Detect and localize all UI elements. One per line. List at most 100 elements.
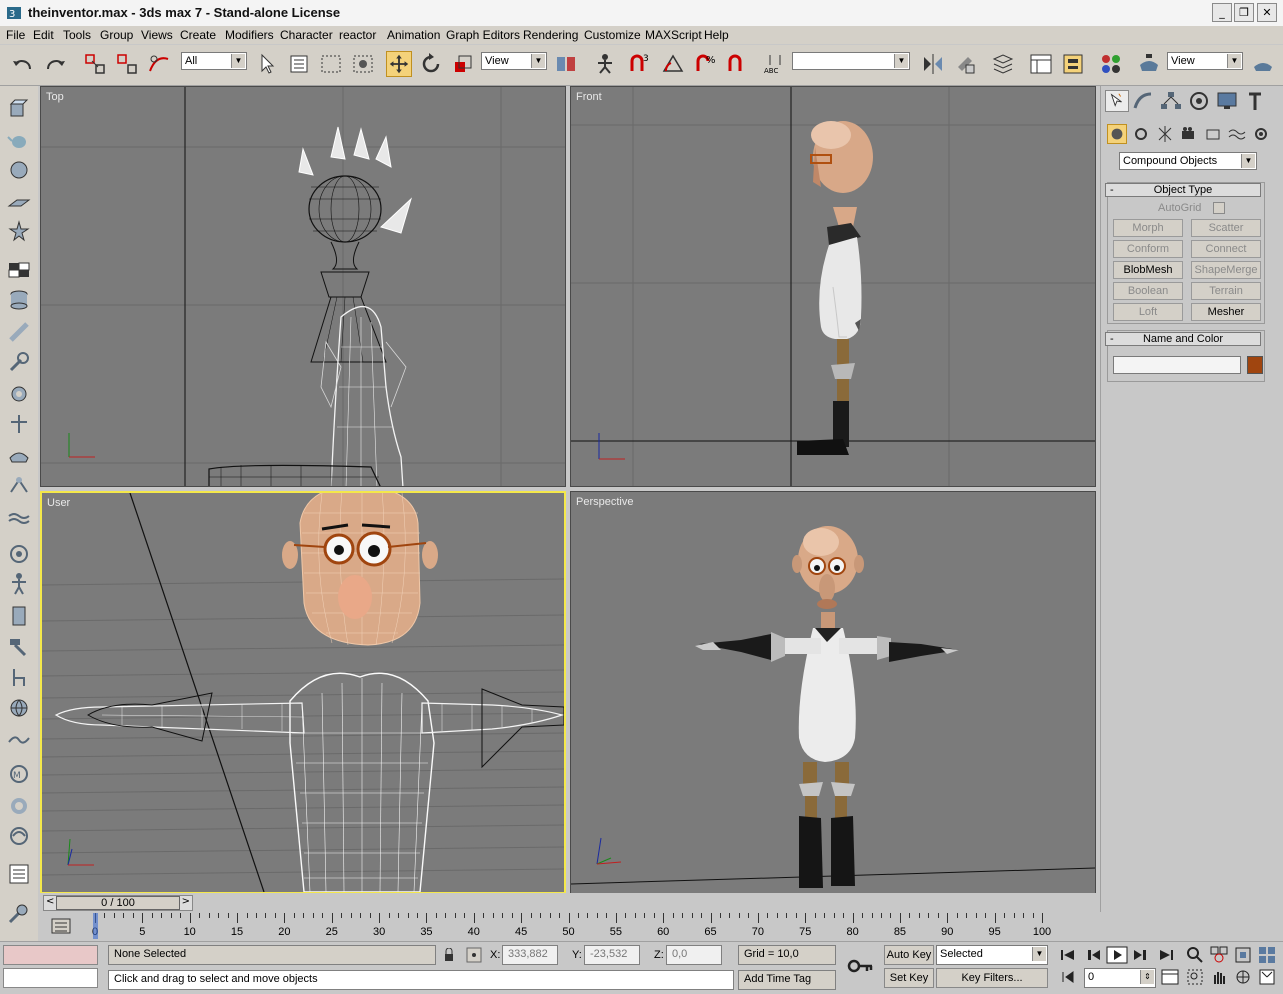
menu-create[interactable]: Create xyxy=(180,28,216,42)
category-dropdown[interactable]: Compound Objects ▼ xyxy=(1119,152,1257,170)
menu-customize[interactable]: Customize xyxy=(584,28,641,42)
select-and-move-icon[interactable] xyxy=(386,51,412,77)
set-key-button[interactable]: Set Key xyxy=(884,968,934,988)
key-filters-button[interactable]: Key Filters... xyxy=(936,968,1048,988)
cloth-icon[interactable] xyxy=(7,444,31,468)
key-mode-toggle-icon[interactable] xyxy=(1060,968,1078,986)
quick-render-icon[interactable] xyxy=(1250,51,1276,77)
named-selection-dropdown[interactable]: ▼ xyxy=(792,52,910,70)
biped-icon[interactable] xyxy=(7,572,31,596)
layer-manager-icon[interactable] xyxy=(990,51,1016,77)
create-plane-icon[interactable] xyxy=(7,190,31,214)
space-warps-category-icon[interactable] xyxy=(1227,124,1247,144)
mirror-icon[interactable] xyxy=(920,51,946,77)
redo-icon[interactable] xyxy=(42,51,68,77)
wave-icon[interactable] xyxy=(7,506,31,530)
percent-snap-icon[interactable]: % xyxy=(692,51,718,77)
menu-tools[interactable]: Tools xyxy=(63,28,91,42)
select-and-link-icon[interactable] xyxy=(82,51,108,77)
zoom-icon[interactable] xyxy=(1186,946,1204,964)
wrench-icon[interactable] xyxy=(7,350,31,374)
viewport-front[interactable]: Front xyxy=(570,86,1096,487)
reference-coord-dropdown[interactable]: View ▼ xyxy=(481,52,547,70)
mini-curve-editor-icon[interactable] xyxy=(50,917,72,935)
viewport-label-front[interactable]: Front xyxy=(576,91,602,103)
select-and-scale-icon[interactable] xyxy=(450,51,476,77)
terrain-button[interactable]: Terrain xyxy=(1191,282,1261,300)
region-zoom-icon[interactable] xyxy=(1186,968,1204,986)
reactor-icon[interactable] xyxy=(7,542,31,566)
render-scene-icon[interactable] xyxy=(1136,51,1162,77)
y-coord-field[interactable]: -23,532 xyxy=(584,945,640,965)
geometry-category-icon[interactable] xyxy=(1107,124,1127,144)
next-frame-icon[interactable] xyxy=(1130,946,1150,964)
maximize-viewport-icon[interactable] xyxy=(1258,968,1276,986)
create-tab-icon[interactable] xyxy=(1105,90,1129,112)
chair-icon[interactable] xyxy=(7,666,31,690)
select-and-rotate-icon[interactable] xyxy=(418,51,444,77)
play-icon[interactable] xyxy=(1106,946,1128,964)
time-cursor[interactable] xyxy=(93,913,98,939)
time-configuration-icon[interactable] xyxy=(1160,968,1180,986)
rectangular-selection-icon[interactable] xyxy=(318,51,344,77)
viewport-top[interactable]: Top xyxy=(40,86,566,487)
menu-maxscript[interactable]: MAXScript xyxy=(645,28,702,42)
maxscript-input-mini[interactable] xyxy=(3,968,98,988)
current-frame-field[interactable]: 0 ⇕ xyxy=(1084,968,1156,988)
hierarchy-tab-icon[interactable] xyxy=(1159,90,1183,112)
pan-icon[interactable] xyxy=(1210,968,1228,986)
modify-tab-icon[interactable] xyxy=(1131,90,1155,112)
object-color-swatch[interactable] xyxy=(1247,356,1263,374)
mesher-button[interactable]: Mesher xyxy=(1191,303,1261,321)
cylinder-stack-icon[interactable] xyxy=(7,288,31,312)
auto-key-button[interactable]: Auto Key xyxy=(884,945,934,965)
hammer-icon[interactable] xyxy=(7,634,31,658)
materials-icon[interactable] xyxy=(7,794,31,818)
restore-button[interactable]: ❐ xyxy=(1234,3,1254,22)
viewport-label-perspective[interactable]: Perspective xyxy=(576,496,633,508)
cameras-category-icon[interactable] xyxy=(1179,124,1199,144)
pin-icon[interactable] xyxy=(7,412,31,436)
time-slider-next[interactable]: > xyxy=(182,896,190,907)
menu-modifiers[interactable]: Modifiers xyxy=(225,28,274,42)
boolean-button[interactable]: Boolean xyxy=(1113,282,1183,300)
menu-file[interactable]: File xyxy=(6,28,25,42)
align-icon[interactable] xyxy=(952,51,978,77)
menu-graph-editors[interactable]: Graph Editors xyxy=(446,28,520,42)
lights-category-icon[interactable] xyxy=(1155,124,1175,144)
undo-icon[interactable] xyxy=(10,51,36,77)
arc-rotate-icon[interactable] xyxy=(1234,968,1252,986)
edit-named-selection-icon[interactable]: ABC xyxy=(762,51,788,77)
connect-button[interactable]: Connect xyxy=(1191,240,1261,258)
zoom-all-icon[interactable] xyxy=(1210,946,1228,964)
autogrid-checkbox[interactable] xyxy=(1213,202,1225,214)
time-slider-thumb[interactable]: 0 / 100 xyxy=(56,896,180,910)
utilities-tab-icon[interactable] xyxy=(1243,90,1267,112)
unlink-selection-icon[interactable] xyxy=(114,51,140,77)
globe-icon[interactable] xyxy=(7,696,31,720)
go-to-start-icon[interactable] xyxy=(1058,946,1078,964)
curve-editor-icon[interactable] xyxy=(1028,51,1054,77)
viewport-perspective[interactable]: Perspective xyxy=(570,491,1096,894)
systems-category-icon[interactable] xyxy=(1251,124,1271,144)
zoom-extents-icon[interactable] xyxy=(1234,946,1252,964)
schematic-view-icon[interactable] xyxy=(1060,51,1086,77)
pivot-center-icon[interactable] xyxy=(553,51,579,77)
viewport-label-top[interactable]: Top xyxy=(46,91,64,103)
blobmesh-button[interactable]: BlobMesh xyxy=(1113,261,1183,279)
utilities-icon[interactable] xyxy=(7,902,31,926)
time-slider[interactable]: < 0 / 100 > xyxy=(43,895,193,911)
select-object-icon[interactable] xyxy=(254,51,280,77)
create-sphere-icon[interactable] xyxy=(7,158,31,182)
lock-icon[interactable] xyxy=(442,948,456,962)
minimize-button[interactable]: _ xyxy=(1212,3,1232,22)
menu-group[interactable]: Group xyxy=(100,28,133,42)
menu-views[interactable]: Views xyxy=(141,28,173,42)
menu-animation[interactable]: Animation xyxy=(387,28,440,42)
shapes-category-icon[interactable] xyxy=(1131,124,1151,144)
morph-button[interactable]: Morph xyxy=(1113,219,1183,237)
menu-reactor[interactable]: reactor xyxy=(339,28,376,42)
viewport-label-user[interactable]: User xyxy=(47,497,70,509)
x-coord-field[interactable]: 333,882 xyxy=(502,945,558,965)
go-to-end-icon[interactable] xyxy=(1156,946,1176,964)
